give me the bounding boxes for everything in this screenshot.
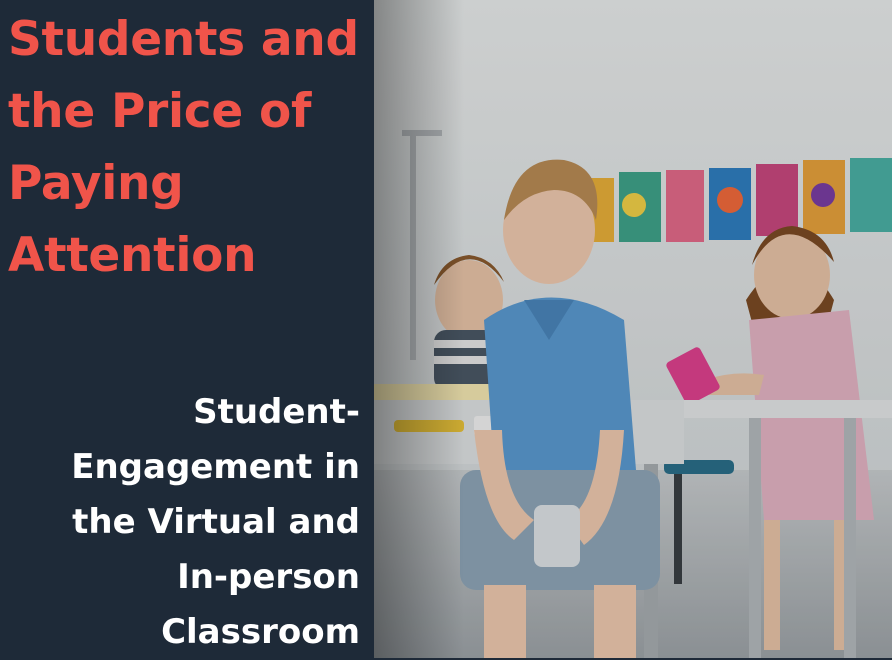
title-panel: Students and the Price of Paying Attenti…: [0, 0, 374, 658]
classroom-illustration: [374, 0, 892, 658]
slide-title: Students and the Price of Paying Attenti…: [8, 12, 359, 283]
slide-subtitle: Student-Engagement in the Virtual and In…: [71, 392, 360, 652]
slide: Students and the Price of Paying Attenti…: [0, 0, 892, 658]
classroom-photo: [374, 0, 892, 658]
